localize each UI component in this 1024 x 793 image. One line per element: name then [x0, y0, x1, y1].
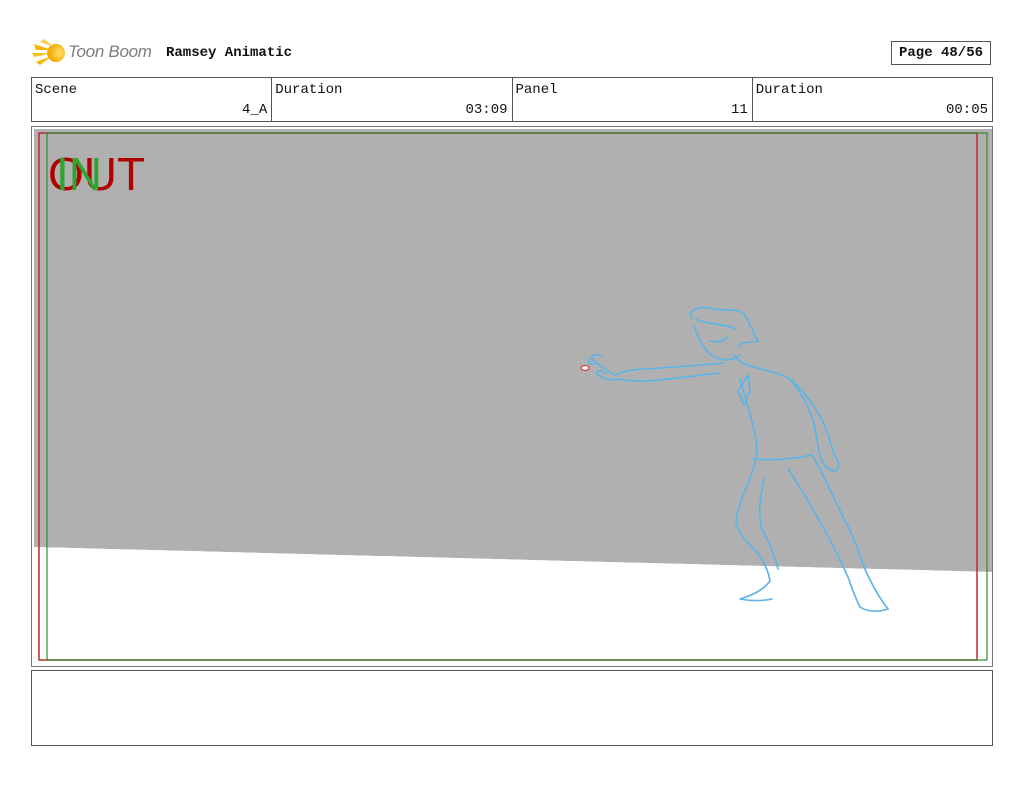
page-indicator: Page 48/56: [891, 41, 991, 65]
scene-cell: Scene 4_A: [32, 78, 273, 121]
logo-wordmark: Toon Boom: [68, 42, 152, 61]
scene-duration-cell: Duration 03:09: [272, 78, 513, 121]
scene-info-table: Scene 4_A Duration 03:09 Panel 11 Durati…: [31, 77, 993, 122]
storyboard-panel: OUT IN: [31, 126, 993, 667]
in-marker: IN: [56, 148, 102, 200]
panel-duration-value: 00:05: [945, 102, 988, 118]
background-wall: [34, 129, 992, 572]
panel-duration-label: Duration: [755, 82, 823, 98]
project-title: Ramsey Animatic: [166, 45, 293, 61]
scene-duration-label: Duration: [275, 82, 343, 98]
scene-value: 4_A: [242, 102, 268, 118]
panel-artwork: [34, 129, 992, 666]
toon-boom-star-icon: [32, 39, 65, 65]
panel-cell: Panel 11: [513, 78, 753, 121]
panel-duration-cell: Duration 00:05: [753, 78, 992, 121]
panel-value: 11: [730, 102, 748, 118]
held-object: [580, 364, 590, 372]
panel-notes-box: [31, 670, 993, 746]
panel-label: Panel: [515, 82, 558, 98]
scene-duration-value: 03:09: [465, 102, 508, 118]
scene-label: Scene: [35, 82, 78, 98]
